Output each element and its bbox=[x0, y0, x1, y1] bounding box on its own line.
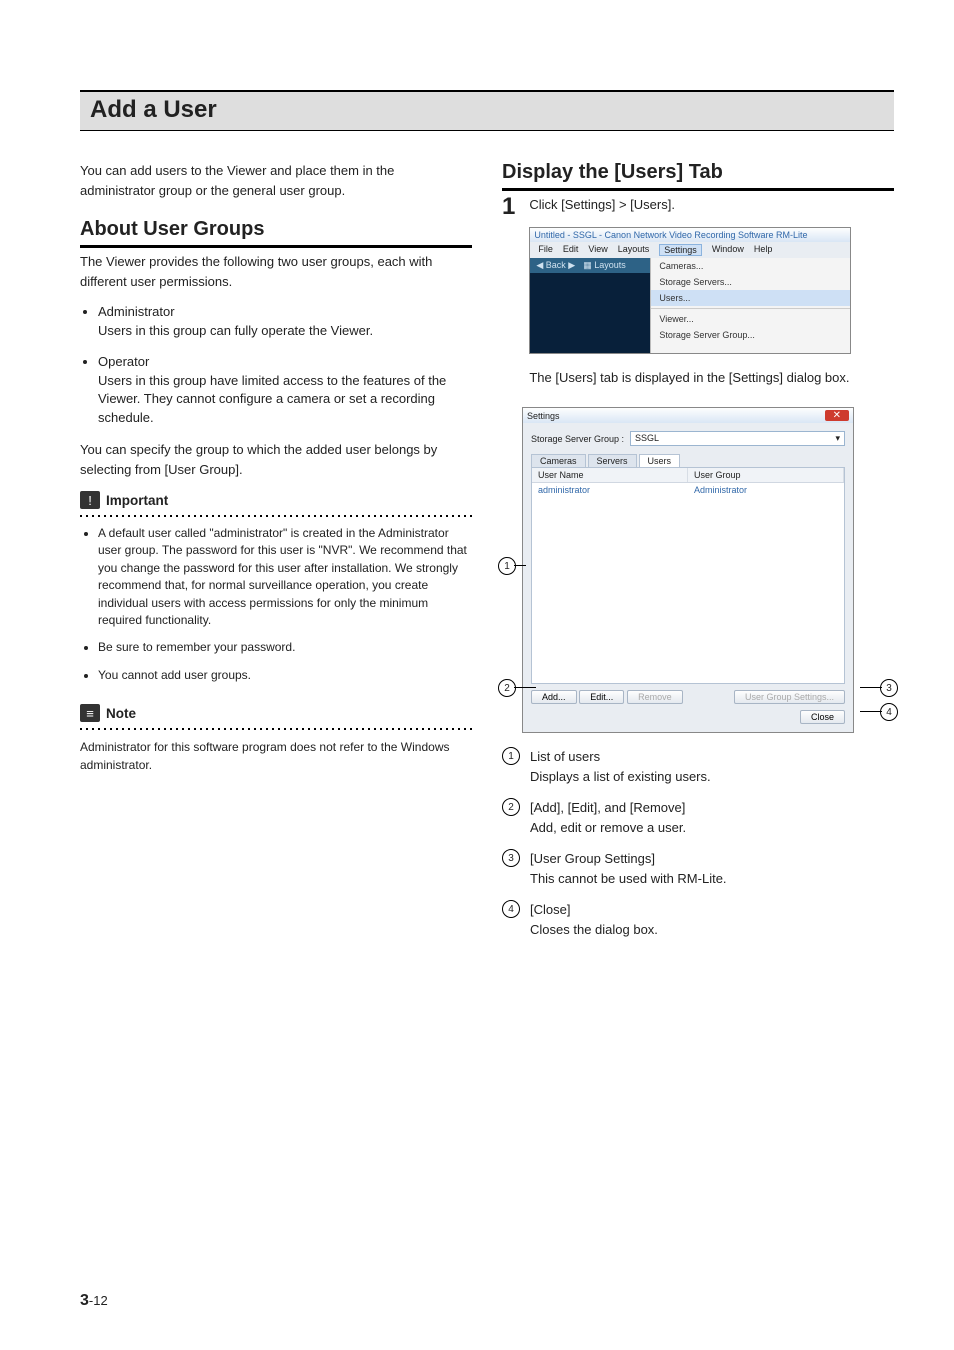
callout-number: 2 bbox=[502, 798, 520, 816]
settings-dialog-figure: 1 2 3 4 Settings ✕ Storage Server Group … bbox=[502, 407, 894, 733]
remove-button[interactable]: Remove bbox=[627, 690, 683, 704]
list-item: 1 List of users Displays a list of exist… bbox=[502, 747, 894, 786]
item-desc: Closes the dialog box. bbox=[530, 922, 658, 937]
list-item: 2 [Add], [Edit], and [Remove] Add, edit … bbox=[502, 798, 894, 837]
add-button[interactable]: Add... bbox=[531, 690, 577, 704]
window-title: Untitled - SSGL - Canon Network Video Re… bbox=[530, 228, 850, 242]
menu-item[interactable]: Window bbox=[712, 244, 744, 256]
menu-item-settings[interactable]: Settings bbox=[659, 244, 702, 256]
right-column: Display the [Users] Tab 1 Click [Setting… bbox=[502, 161, 894, 951]
left-column: You can add users to the Viewer and plac… bbox=[80, 161, 472, 951]
chapter-number: 3 bbox=[80, 1292, 89, 1309]
separator bbox=[651, 308, 850, 309]
close-icon[interactable]: ✕ bbox=[825, 410, 849, 421]
menu-item[interactable]: Viewer... bbox=[651, 311, 850, 327]
divider bbox=[80, 728, 472, 730]
settings-dialog-screenshot: Settings ✕ Storage Server Group : SSGL ▾… bbox=[522, 407, 854, 733]
callout-number: 3 bbox=[502, 849, 520, 867]
page-title: Add a User bbox=[90, 96, 884, 124]
close-button[interactable]: Close bbox=[800, 710, 845, 724]
list-item: 4 [Close] Closes the dialog box. bbox=[502, 900, 894, 939]
menu-item[interactable]: File bbox=[538, 244, 553, 256]
edit-button[interactable]: Edit... bbox=[579, 690, 624, 704]
section-title-bar: Add a User bbox=[80, 90, 894, 131]
col-header: User Group bbox=[688, 468, 844, 482]
back-nav[interactable]: ◀ Back ▶ bbox=[536, 260, 575, 271]
list-item: Be sure to remember your password. bbox=[98, 639, 472, 656]
item-title: [Close] bbox=[530, 900, 658, 920]
chevron-down-icon: ▾ bbox=[835, 433, 840, 444]
menu-item[interactable]: Edit bbox=[563, 244, 579, 256]
item-title: [User Group Settings] bbox=[530, 849, 727, 869]
menu-screenshot: Untitled - SSGL - Canon Network Video Re… bbox=[529, 227, 851, 354]
page-footer: 3-12 bbox=[80, 1292, 108, 1310]
menu-item[interactable]: Cameras... bbox=[651, 258, 850, 274]
list-item: 3 [User Group Settings] This cannot be u… bbox=[502, 849, 894, 888]
settings-dropdown: Cameras... Storage Servers... Users... V… bbox=[650, 258, 850, 353]
step-number: 1 bbox=[502, 195, 515, 399]
group-desc: Users in this group can fully operate th… bbox=[98, 323, 373, 338]
callout-number: 4 bbox=[502, 900, 520, 918]
item-title: List of users bbox=[530, 747, 711, 767]
callout-list: 1 List of users Displays a list of exist… bbox=[502, 747, 894, 939]
group-label: Storage Server Group : bbox=[531, 434, 624, 444]
tab-users[interactable]: Users bbox=[639, 454, 681, 467]
table-row[interactable]: administrator Administrator bbox=[532, 483, 844, 497]
list-item: Administrator Users in this group can fu… bbox=[98, 303, 472, 341]
important-label: Important bbox=[106, 493, 168, 508]
menu-item[interactable]: Storage Server Group... bbox=[651, 327, 850, 343]
menu-item[interactable]: View bbox=[588, 244, 607, 256]
user-group-settings-button[interactable]: User Group Settings... bbox=[734, 690, 845, 704]
note-text: Administrator for this software program … bbox=[80, 738, 472, 774]
user-group-note: You can specify the group to which the a… bbox=[80, 440, 472, 479]
note-label: Note bbox=[106, 706, 136, 721]
step-instruction: Click [Settings] > [Users]. bbox=[529, 195, 894, 215]
menu-bar: File Edit View Layouts Settings Window H… bbox=[530, 242, 850, 258]
group-select[interactable]: SSGL ▾ bbox=[630, 431, 845, 446]
result-text: The [Users] tab is displayed in the [Set… bbox=[529, 368, 894, 388]
menu-item[interactable]: Storage Servers... bbox=[651, 274, 850, 290]
user-group-list: Administrator Users in this group can fu… bbox=[80, 303, 472, 428]
item-desc: This cannot be used with RM-Lite. bbox=[530, 871, 727, 886]
item-desc: Add, edit or remove a user. bbox=[530, 820, 686, 835]
layouts-button[interactable]: ▦ Layouts bbox=[583, 260, 626, 271]
intro-paragraph: You can add users to the Viewer and plac… bbox=[80, 161, 472, 200]
warning-icon: ! bbox=[80, 491, 100, 509]
group-name: Operator bbox=[98, 353, 472, 372]
dialog-title: Settings bbox=[527, 411, 560, 421]
display-users-heading: Display the [Users] Tab bbox=[502, 161, 894, 191]
tab-bar: Cameras Servers Users bbox=[531, 454, 845, 467]
tab-servers[interactable]: Servers bbox=[588, 454, 637, 467]
about-user-groups-heading: About User Groups bbox=[80, 218, 472, 248]
item-desc: Displays a list of existing users. bbox=[530, 769, 711, 784]
menu-item[interactable]: Help bbox=[754, 244, 773, 256]
menu-item[interactable]: Layouts bbox=[618, 244, 650, 256]
page-number: -12 bbox=[89, 1293, 108, 1308]
group-desc: Users in this group have limited access … bbox=[98, 373, 446, 426]
col-header: User Name bbox=[532, 468, 688, 482]
item-title: [Add], [Edit], and [Remove] bbox=[530, 798, 686, 818]
user-table: User Name User Group administrator Admin… bbox=[531, 467, 845, 684]
callout-marker-4: 4 bbox=[880, 703, 898, 721]
menu-item-users[interactable]: Users... bbox=[651, 290, 850, 306]
callout-marker-1: 1 bbox=[498, 557, 516, 575]
callout-marker-2: 2 bbox=[498, 679, 516, 697]
list-item: Operator Users in this group have limite… bbox=[98, 353, 472, 428]
video-preview bbox=[530, 273, 650, 353]
note-icon: ≡ bbox=[80, 704, 100, 722]
group-name: Administrator bbox=[98, 303, 472, 322]
tab-cameras[interactable]: Cameras bbox=[531, 454, 586, 467]
user-groups-intro: The Viewer provides the following two us… bbox=[80, 252, 472, 291]
divider bbox=[80, 515, 472, 517]
list-item: A default user called "administrator" is… bbox=[98, 525, 472, 629]
callout-marker-3: 3 bbox=[880, 679, 898, 697]
callout-number: 1 bbox=[502, 747, 520, 765]
important-list: A default user called "administrator" is… bbox=[80, 525, 472, 684]
list-item: You cannot add user groups. bbox=[98, 667, 472, 684]
